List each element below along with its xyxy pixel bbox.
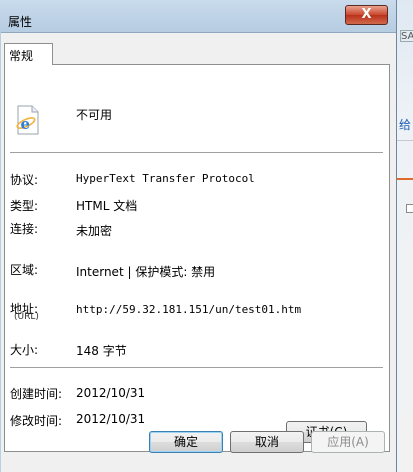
background-link-fragment: 给 — [399, 118, 412, 132]
address-sublabel: (URL) — [14, 312, 39, 322]
size-label: 大小: — [10, 343, 39, 357]
size-value: 148 字节 — [76, 344, 127, 358]
background-tab-fragment: SA — [400, 30, 413, 42]
connection-value: 未加密 — [76, 224, 113, 238]
type-value: HTML 文档 — [76, 199, 138, 213]
properties-dialog: 属性 X 常规 e 不可用 协议: HyperText Transfer Pro… — [0, 0, 397, 472]
separator — [10, 152, 383, 153]
type-label: 类型: — [10, 199, 39, 213]
separator — [10, 367, 383, 368]
dialog-client-area: 常规 e 不可用 协议: HyperText Transfer Protocol… — [1, 32, 396, 472]
apply-button[interactable]: 应用(A) — [311, 431, 385, 453]
zone-label: 区域: — [10, 263, 39, 277]
protocol-label: 协议: — [10, 173, 39, 187]
created-label: 创建时间: — [10, 387, 63, 401]
modified-label: 修改时间: — [10, 414, 63, 428]
page-name: 不可用 — [76, 108, 113, 122]
connection-label: 连接: — [10, 222, 39, 236]
html-document-icon: e — [16, 105, 39, 135]
created-value: 2012/10/31 — [76, 386, 146, 400]
svg-text:e: e — [21, 115, 31, 133]
address-value[interactable]: http://59.32.181.151/un/test01.htm — [76, 303, 301, 316]
close-button[interactable]: X — [345, 5, 388, 25]
background-checkbox — [406, 204, 413, 213]
general-tab-panel: e 不可用 协议: HyperText Transfer Protocol 类型… — [4, 64, 390, 452]
modified-value: 2012/10/31 — [76, 412, 146, 426]
tab-general[interactable]: 常规 — [4, 43, 53, 65]
zone-value: Internet | 保护模式: 禁用 — [76, 265, 216, 279]
protocol-value: HyperText Transfer Protocol — [76, 172, 255, 185]
cancel-button[interactable]: 取消 — [230, 431, 304, 453]
ok-button[interactable]: 确定 — [149, 431, 223, 453]
window-title: 属性 — [8, 15, 33, 29]
